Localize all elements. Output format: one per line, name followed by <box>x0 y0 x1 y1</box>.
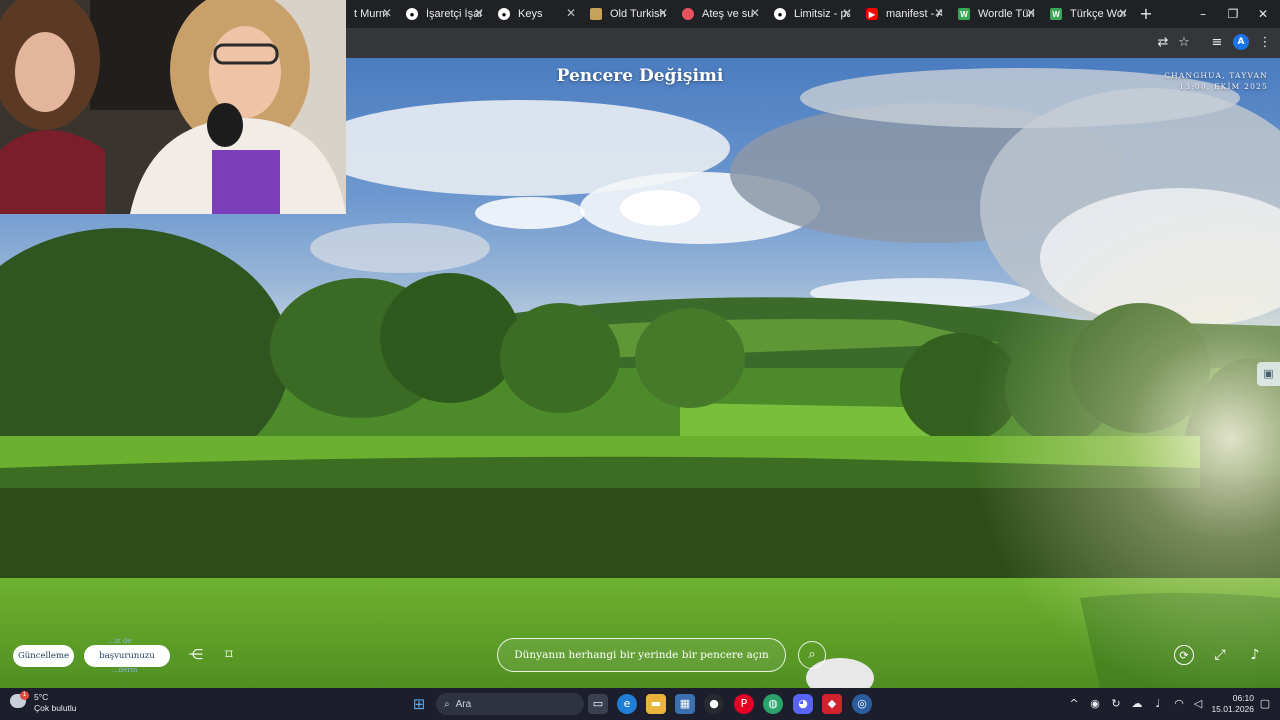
browser-tab[interactable]: Ateş ve su ✕ <box>674 2 766 26</box>
close-window-button[interactable]: ✕ <box>1248 4 1278 24</box>
close-icon[interactable]: ✕ <box>750 6 760 20</box>
task-view-icon[interactable]: ▭ <box>588 694 608 714</box>
menu-icon[interactable]: ⋮ <box>1256 34 1274 52</box>
page-title: Pencere Değişimi <box>556 66 724 86</box>
circle-icon: ● <box>774 8 786 20</box>
submit-overlay-text: ...derin <box>112 666 138 674</box>
file-explorer-icon[interactable]: ▬ <box>646 694 666 714</box>
close-icon[interactable]: ✕ <box>842 6 852 20</box>
browser-tab[interactable]: t Murm ✕ <box>346 2 398 26</box>
webcam-feed <box>0 0 346 214</box>
random-location-icon[interactable]: ⟳ <box>1174 645 1194 665</box>
wifi-icon[interactable]: ◠ <box>1171 696 1187 712</box>
close-icon[interactable]: ✕ <box>382 6 392 20</box>
browser-tab[interactable]: Old Turkish ✕ <box>582 2 674 26</box>
wordle-icon: W <box>958 8 970 20</box>
submit-overlay-text: ...iz de <box>108 637 132 645</box>
translate-icon[interactable]: ⇄ <box>1154 34 1172 52</box>
search-button[interactable]: ⌕ <box>798 641 826 669</box>
close-icon[interactable]: ✕ <box>566 6 576 20</box>
submit-window-button[interactable]: başvurunuzu <box>84 645 170 667</box>
globe-icon[interactable]: ◍ <box>763 694 783 714</box>
discord-icon[interactable]: ◕ <box>793 694 813 714</box>
store-icon[interactable]: ▦ <box>675 694 695 714</box>
search-placeholder: Dünyanın herhangi bir yerinde bir pencer… <box>514 649 769 661</box>
github-icon: ● <box>498 8 510 20</box>
maximize-button[interactable]: ❐ <box>1218 4 1248 24</box>
minimize-button[interactable]: – <box>1188 4 1218 24</box>
github-icon: ● <box>406 8 418 20</box>
gallery-icon[interactable]: ▣ <box>1257 362 1280 386</box>
location-time: 13:00, EKİM 2025 <box>1179 82 1268 91</box>
wordle-icon: W <box>1050 8 1062 20</box>
chevron-up-icon[interactable]: ^ <box>1066 696 1082 712</box>
webcam-overlay <box>0 0 346 214</box>
bookmark-icon[interactable]: ⌑ <box>219 645 239 665</box>
recording-icon[interactable]: ◉ <box>1087 696 1103 712</box>
taskbar-search-label: Ara <box>455 698 472 710</box>
notification-icon[interactable]: ▢ <box>1257 696 1273 712</box>
browser-tab[interactable]: ▶ manifest - A ✕ <box>858 2 950 26</box>
flag-icon <box>590 8 602 20</box>
onedrive-icon[interactable]: ☁ <box>1129 696 1145 712</box>
volume-icon[interactable]: ♪ <box>1245 645 1265 665</box>
pinterest-icon[interactable]: P <box>734 694 754 714</box>
clock-date: 15.01.2026 <box>1211 704 1254 714</box>
youtube-icon: ▶ <box>866 8 878 20</box>
browser-tab[interactable]: W Türkçe Word ✕ <box>1042 2 1134 26</box>
screen: t Murm ✕ ● İşaretçi İşare ✕ ● Keys ✕ Old… <box>0 0 1280 720</box>
sync-icon[interactable]: ↻ <box>1108 696 1124 712</box>
weather-widget[interactable]: 1 5°C Çok bulutlu <box>10 691 77 714</box>
bookmark-star-icon[interactable]: ☆ <box>1175 34 1193 52</box>
fullscreen-icon[interactable]: ⤢ <box>1210 645 1230 665</box>
clock-time: 06:10 <box>1232 693 1254 703</box>
browser-tab[interactable]: ● Keys ✕ <box>490 2 582 26</box>
media-icon[interactable]: ≡ <box>1208 34 1226 52</box>
close-icon[interactable]: ✕ <box>1026 6 1036 20</box>
share-icon[interactable]: ⋲ <box>186 645 206 665</box>
update-button[interactable]: Güncelleme <box>13 645 74 667</box>
speaker-icon[interactable]: ◁ <box>1190 696 1206 712</box>
browser-tab[interactable]: W Wordle Türk ✕ <box>950 2 1042 26</box>
taskbar-clock[interactable]: 06:10 15.01.2026 <box>1210 693 1254 715</box>
windows-start-icon[interactable]: ⊞ <box>409 694 429 714</box>
location-label: CHANGHUA, TAYVAN 13:00, EKİM 2025 <box>1164 70 1268 92</box>
ring-icon <box>682 8 694 20</box>
close-icon[interactable]: ✕ <box>658 6 668 20</box>
github-desktop-icon[interactable]: ● <box>704 694 724 714</box>
close-icon[interactable]: ✕ <box>934 6 944 20</box>
chrome-icon[interactable]: ◎ <box>852 694 872 714</box>
anydesk-icon[interactable]: ◆ <box>822 694 842 714</box>
browser-tab[interactable]: ● İşaretçi İşare ✕ <box>398 2 490 26</box>
profile-avatar[interactable]: A <box>1233 34 1249 50</box>
submit-window-label: başvurunuzu <box>99 651 155 661</box>
location-name: CHANGHUA, TAYVAN <box>1164 71 1268 80</box>
edge-icon[interactable]: e <box>617 694 637 714</box>
microphone-icon[interactable]: ♩ <box>1150 696 1166 712</box>
search-icon: ⌕ <box>444 698 450 710</box>
window-search-input[interactable]: Dünyanın herhangi bir yerinde bir pencer… <box>497 638 786 672</box>
new-tab-button[interactable]: + <box>1136 4 1156 24</box>
taskbar-search[interactable]: ⌕ Ara <box>436 693 584 715</box>
browser-tab[interactable]: ● Limitsiz - pa ✕ <box>766 2 858 26</box>
close-icon[interactable]: ✕ <box>474 6 484 20</box>
weather-badge: 1 <box>20 691 29 700</box>
close-icon[interactable]: ✕ <box>1118 6 1128 20</box>
